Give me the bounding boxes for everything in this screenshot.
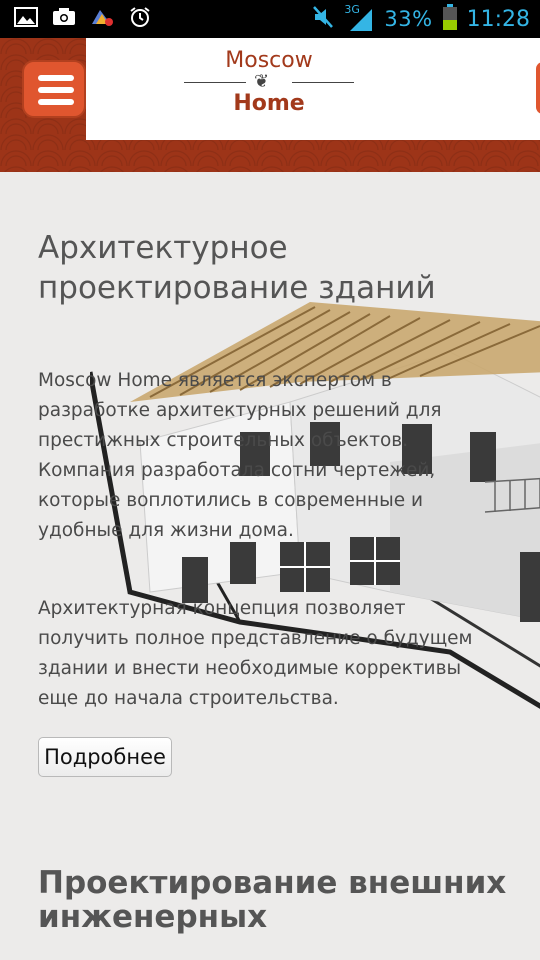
section-title: Архитектурное проектирование зданий — [38, 230, 436, 306]
battery-percent: 33% — [384, 7, 433, 31]
battery-icon — [442, 4, 457, 34]
image-icon — [14, 6, 38, 28]
more-button[interactable]: Подробнее — [38, 737, 172, 777]
logo-text-bottom: Home — [233, 91, 305, 116]
app-notification-icon — [90, 6, 114, 28]
site-header: Moscow ❦ Home — [0, 38, 540, 172]
concept-paragraph: Архитектурная концепция позволяет получи… — [38, 598, 473, 709]
ornament-icon: ❦ — [254, 71, 270, 92]
main-content: Архитектурное проектирование зданий Mosc… — [0, 172, 540, 960]
alarm-icon — [128, 6, 152, 28]
signal-icon: 3G — [344, 3, 374, 33]
intro-paragraph: Moscow Home является экспертом в разрабо… — [38, 370, 442, 541]
clock: 11:28 — [466, 6, 530, 32]
hamburger-menu-icon[interactable] — [22, 60, 86, 118]
site-logo[interactable]: Moscow ❦ Home — [184, 48, 354, 132]
logo-ornament: ❦ — [184, 71, 354, 92]
status-bar: 3G 33% 11:28 — [0, 0, 540, 38]
system-icons: 3G 33% 11:28 — [312, 0, 530, 38]
logo-text-top: Moscow — [225, 48, 313, 73]
section2-title: Проектирование внешних инженерных — [38, 865, 507, 935]
mute-icon — [312, 5, 334, 33]
notification-icons — [14, 6, 152, 28]
camera-icon — [52, 6, 76, 28]
header-edge-button[interactable] — [536, 62, 540, 114]
